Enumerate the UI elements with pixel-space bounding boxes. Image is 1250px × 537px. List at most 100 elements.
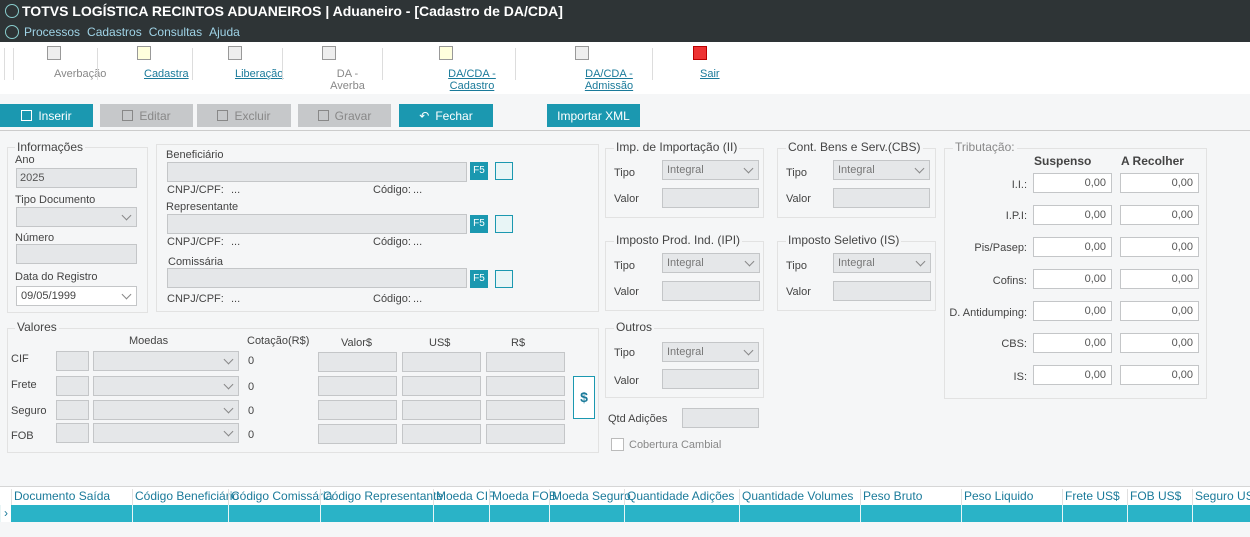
suspenso-field[interactable]: 0,00 xyxy=(1033,173,1112,193)
col-codigo-comissaria[interactable]: Código Comissária xyxy=(228,489,332,505)
col-fob-us[interactable]: FOB US$ xyxy=(1127,489,1192,505)
valor-field[interactable] xyxy=(318,400,397,420)
moeda-code-field[interactable] xyxy=(56,400,89,420)
rs-field[interactable] xyxy=(486,352,565,372)
importar-xml-button[interactable]: Importar XML xyxy=(547,104,640,127)
rs-field[interactable] xyxy=(486,376,565,396)
suspenso-field[interactable]: 0,00 xyxy=(1033,269,1112,289)
col-codigo-beneficiario[interactable]: Código Beneficiário xyxy=(132,489,239,505)
numero-field[interactable] xyxy=(16,244,137,264)
col-quantidade-adicoes[interactable]: Quantidade Adições xyxy=(624,489,739,505)
valor-field[interactable] xyxy=(318,352,397,372)
beneficiario-field[interactable] xyxy=(167,162,467,182)
representante-search-icon[interactable] xyxy=(495,215,513,233)
col-codigo-representante[interactable]: Código Representante xyxy=(320,489,443,505)
cbs-valor-field[interactable] xyxy=(833,188,930,208)
menu-ajuda[interactable]: Ajuda xyxy=(209,25,240,39)
beneficiario-f5-button[interactable]: F5 xyxy=(470,162,488,180)
moeda-select[interactable] xyxy=(93,400,239,420)
recolher-field[interactable]: 0,00 xyxy=(1120,205,1199,225)
recolher-field[interactable]: 0,00 xyxy=(1120,365,1199,385)
menu-processos[interactable]: Processos xyxy=(24,25,80,39)
cobertura-cambial-checkbox[interactable] xyxy=(611,438,624,451)
moeda-code-field[interactable] xyxy=(56,376,89,396)
ii-tipo-select[interactable]: Integral xyxy=(662,160,759,180)
comissaria-field[interactable] xyxy=(167,268,467,288)
toolbar-liberacao[interactable]: Liberação xyxy=(204,46,283,80)
valor-field[interactable] xyxy=(318,376,397,396)
main-toolbar: Averbação Cadastra Liberação DA - Averba… xyxy=(0,42,1250,94)
rs-field[interactable] xyxy=(486,400,565,420)
us-field[interactable] xyxy=(402,424,481,444)
excluir-button[interactable]: Excluir xyxy=(197,104,291,127)
recolher-field[interactable]: 0,00 xyxy=(1120,173,1199,193)
recolher-field[interactable]: 0,00 xyxy=(1120,269,1199,289)
moeda-select[interactable] xyxy=(93,351,239,371)
col-moeda-cif[interactable]: Moeda CIF xyxy=(433,489,495,505)
toolbar-dacda-admissao[interactable]: DA/CDA - Admissão xyxy=(528,46,636,92)
moeda-select[interactable] xyxy=(93,376,239,396)
inserir-button[interactable]: Inserir xyxy=(0,104,93,127)
ii-valor-field[interactable] xyxy=(662,188,759,208)
gravar-button[interactable]: Gravar xyxy=(298,104,391,127)
menu-consultas[interactable]: Consultas xyxy=(149,25,202,39)
ipi-valor-field[interactable] xyxy=(662,281,760,301)
suspenso-field[interactable]: 0,00 xyxy=(1033,237,1112,257)
suspenso-field[interactable]: 0,00 xyxy=(1033,333,1112,353)
is-tipo-select[interactable]: Integral xyxy=(833,253,931,273)
suspenso-field[interactable]: 0,00 xyxy=(1033,365,1112,385)
toolbar-da-averba[interactable]: DA - Averba xyxy=(292,46,366,92)
moeda-select[interactable] xyxy=(93,423,239,443)
moeda-code-field[interactable] xyxy=(56,423,89,443)
cbs-tipo-select[interactable]: Integral xyxy=(833,160,930,180)
recolher-field[interactable]: 0,00 xyxy=(1120,333,1199,353)
representante-f5-button[interactable]: F5 xyxy=(470,215,488,233)
col-documento-saida[interactable]: Documento Saída xyxy=(11,489,132,505)
col-frete-us[interactable]: Frete US$ xyxy=(1062,489,1127,505)
is-valor-field[interactable] xyxy=(833,281,931,301)
suspenso-header: Suspenso xyxy=(1034,154,1092,168)
menu-bar: Processos Cadastros Consultas Ajuda xyxy=(24,25,240,39)
col-moeda-seguro[interactable]: Moeda Seguro xyxy=(549,489,631,505)
outros-tipo-select[interactable]: Integral xyxy=(662,342,759,362)
editar-button[interactable]: Editar xyxy=(100,104,193,127)
rs-field[interactable] xyxy=(486,424,565,444)
dollar-button[interactable]: $ xyxy=(573,376,595,419)
moeda-code-field[interactable] xyxy=(56,351,89,371)
outros-valor-field[interactable] xyxy=(662,369,759,389)
ano-field[interactable]: 2025 xyxy=(16,168,137,188)
data-registro-picker[interactable]: 09/05/1999 xyxy=(16,286,137,306)
cnpj-value: ... xyxy=(231,293,241,305)
col-quantidade-volumes[interactable]: Quantidade Volumes xyxy=(739,489,860,505)
valor-field[interactable] xyxy=(318,424,397,444)
recolher-field[interactable]: 0,00 xyxy=(1120,301,1199,321)
us-field[interactable] xyxy=(402,376,481,396)
qtd-adicoes-field[interactable] xyxy=(682,408,759,428)
cnpj-label: CNPJ/CPF: xyxy=(167,184,224,196)
comissaria-search-icon[interactable] xyxy=(495,270,513,288)
col-seguro-us[interactable]: Seguro US$ xyxy=(1192,489,1250,505)
document-star-icon xyxy=(439,46,453,60)
tipo-label: Tipo xyxy=(786,260,807,272)
recolher-field[interactable]: 0,00 xyxy=(1120,237,1199,257)
comissaria-f5-button[interactable]: F5 xyxy=(470,270,488,288)
beneficiario-search-icon[interactable] xyxy=(495,162,513,180)
suspenso-field[interactable]: 0,00 xyxy=(1033,205,1112,225)
col-peso-liquido[interactable]: Peso Liquido xyxy=(961,489,1062,505)
table-row[interactable]: › xyxy=(0,505,1250,522)
toolbar-averbacao[interactable]: Averbação xyxy=(22,46,106,80)
toolbar-sair[interactable]: Sair xyxy=(680,46,720,80)
toolbar-dacda-cadastro[interactable]: DA/CDA - Cadastro xyxy=(394,46,498,92)
tipo-documento-select[interactable] xyxy=(16,207,137,227)
us-field[interactable] xyxy=(402,400,481,420)
col-peso-bruto[interactable]: Peso Bruto xyxy=(860,489,961,505)
col-moeda-fob[interactable]: Moeda FOB xyxy=(489,489,557,505)
representante-field[interactable] xyxy=(167,214,467,234)
suspenso-field[interactable]: 0,00 xyxy=(1033,301,1112,321)
ipi-tipo-select[interactable]: Integral xyxy=(662,253,760,273)
cotacao-value: 0 xyxy=(248,429,255,441)
menu-cadastros[interactable]: Cadastros xyxy=(87,25,142,39)
fechar-button[interactable]: ↶ Fechar xyxy=(399,104,493,127)
us-field[interactable] xyxy=(402,352,481,372)
toolbar-cadastra[interactable]: Cadastra xyxy=(112,46,189,80)
